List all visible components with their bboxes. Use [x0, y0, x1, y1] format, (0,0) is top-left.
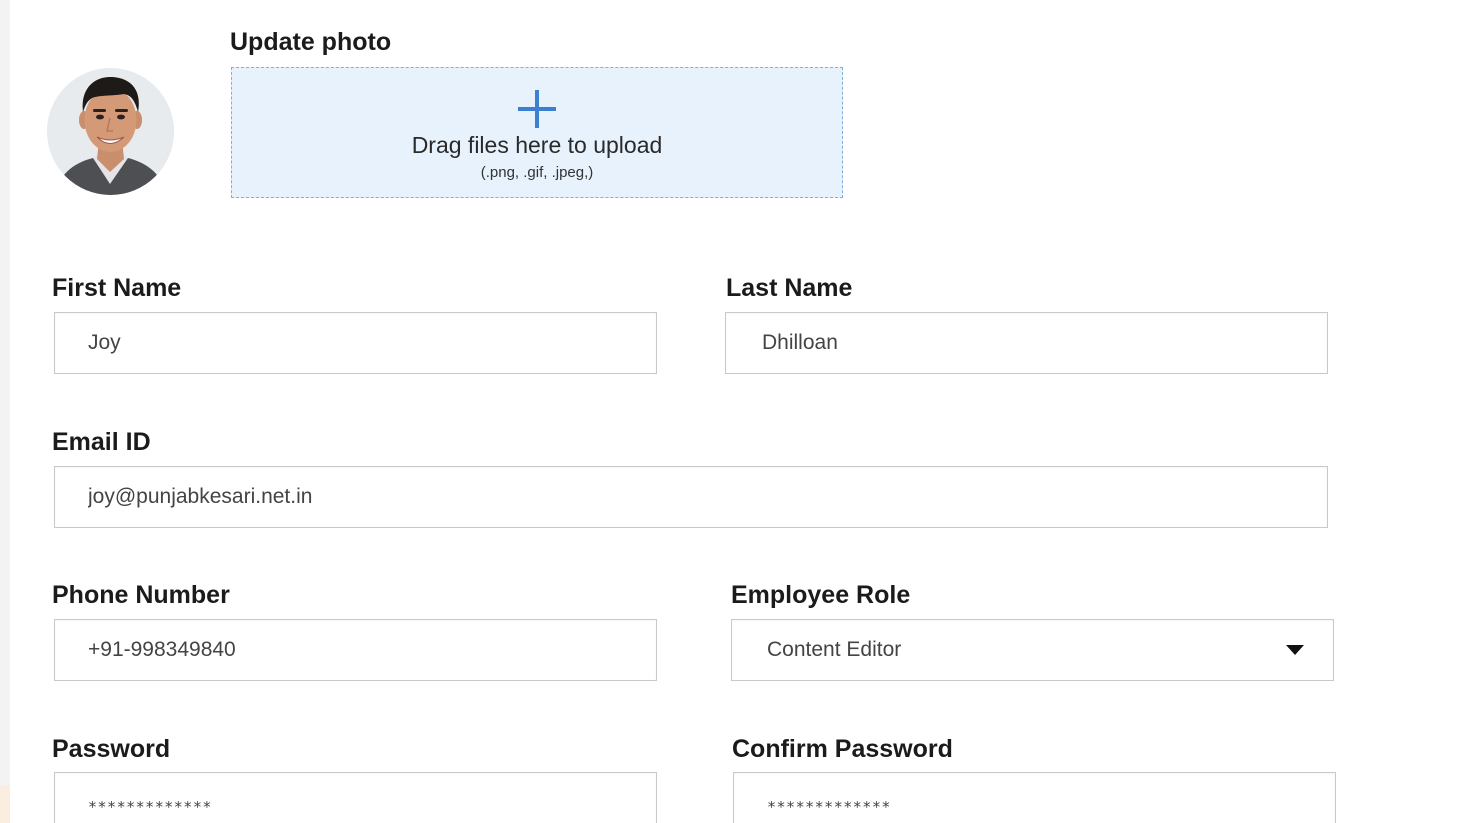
- edit-profile-page: Update photo Drag files here to upload (…: [0, 0, 1464, 823]
- first-name-input[interactable]: [55, 313, 656, 373]
- confirm-password-field-box: [733, 772, 1336, 823]
- dropdown-caret-icon[interactable]: [1286, 645, 1304, 655]
- last-name-field-box: [725, 312, 1328, 374]
- employee-role-value: Content Editor: [767, 638, 902, 661]
- photo-upload-dropzone[interactable]: Drag files here to upload (.png, .gif, .…: [231, 67, 843, 198]
- email-field-box: [54, 466, 1328, 528]
- first-name-label: First Name: [52, 274, 182, 302]
- dropzone-file-types: (.png, .gif, .jpeg,): [480, 164, 594, 181]
- plus-icon: [518, 90, 556, 128]
- update-photo-heading: Update photo: [230, 28, 392, 56]
- employee-role-label: Employee Role: [731, 581, 911, 609]
- password-label: Password: [52, 735, 171, 763]
- last-name-input[interactable]: [726, 313, 1327, 373]
- email-input[interactable]: [55, 467, 1327, 527]
- avatar-portrait: [47, 68, 174, 195]
- phone-input[interactable]: [55, 620, 656, 680]
- profile-avatar: [47, 68, 174, 195]
- last-name-label: Last Name: [726, 274, 853, 302]
- employee-role-select[interactable]: Content Editor: [731, 619, 1334, 681]
- phone-label: Phone Number: [52, 581, 230, 609]
- left-panel-edge-highlight: [0, 785, 10, 823]
- first-name-field-box: [54, 312, 657, 374]
- email-label: Email ID: [52, 428, 151, 456]
- password-input[interactable]: [55, 773, 656, 823]
- phone-field-box: [54, 619, 657, 681]
- left-panel-edge: [0, 0, 10, 823]
- confirm-password-label: Confirm Password: [732, 735, 953, 763]
- dropzone-text: Drag files here to upload: [411, 132, 663, 158]
- password-field-box: [54, 772, 657, 823]
- confirm-password-input[interactable]: [734, 773, 1335, 823]
